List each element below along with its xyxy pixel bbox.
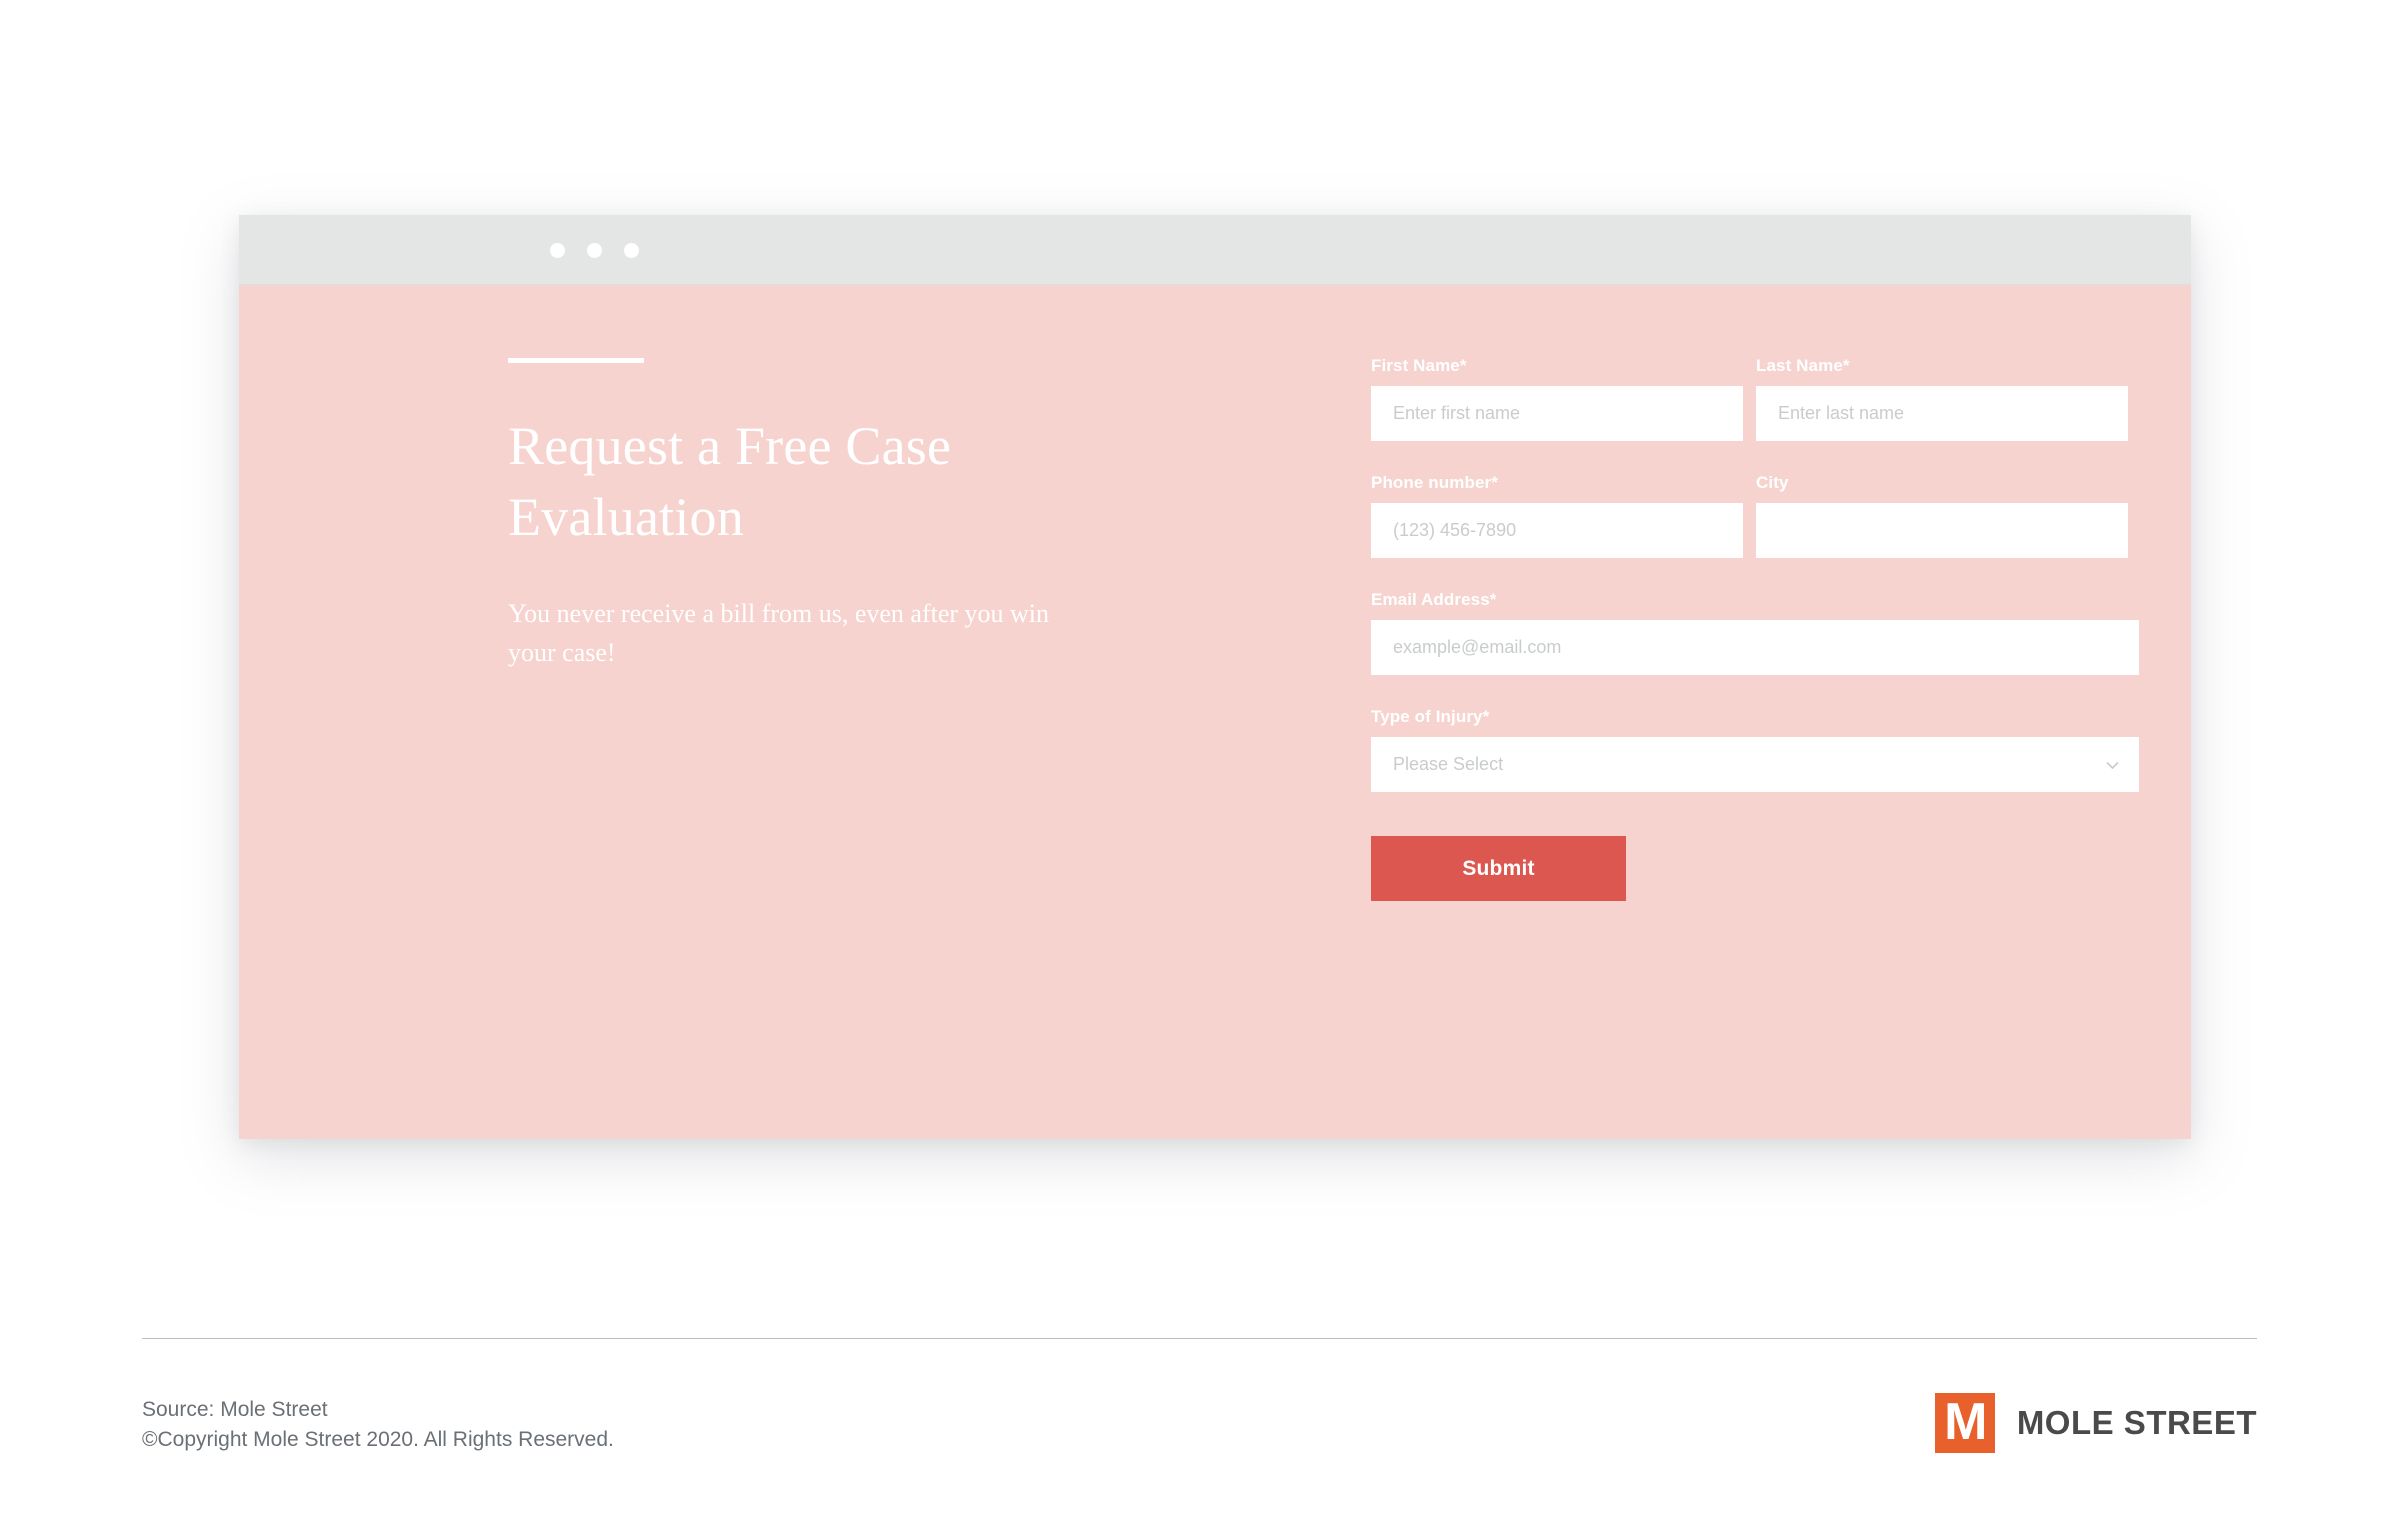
mole-street-logo-mark-icon: M	[1934, 1393, 1995, 1453]
email-address-input[interactable]	[1371, 620, 2139, 675]
footer-divider	[142, 1338, 2257, 1339]
city-input[interactable]	[1756, 503, 2128, 558]
mole-street-logo-text: MOLE STREET	[2016, 1404, 2257, 1441]
logo-mark-letter: M	[1944, 1393, 1987, 1451]
case-evaluation-form: First Name* Last Name* Phone number* Cit…	[1371, 356, 2139, 901]
label-last-name: Last Name*	[1756, 356, 1850, 375]
window-close-dot-icon[interactable]	[550, 243, 565, 258]
footer: Source: Mole Street ©Copyright Mole Stre…	[142, 1393, 2257, 1475]
type-of-injury-selected-value: Please Select	[1393, 754, 1504, 774]
field-phone-number: Phone number*	[1371, 473, 1743, 558]
form-row-name: First Name* Last Name*	[1371, 356, 2139, 473]
field-last-name: Last Name*	[1756, 356, 2128, 441]
field-city: City	[1756, 473, 2128, 558]
hero-section: Request a Free Case Evaluation You never…	[508, 358, 1108, 673]
footer-source-line: Source: Mole Street	[142, 1398, 328, 1421]
field-email-address: Email Address*	[1371, 590, 2139, 675]
type-of-injury-select[interactable]: Please Select	[1371, 737, 2139, 792]
submit-button[interactable]: Submit	[1371, 836, 1626, 901]
last-name-input[interactable]	[1756, 386, 2128, 441]
label-first-name: First Name*	[1371, 356, 1467, 375]
page-title: Request a Free Case Evaluation	[508, 416, 952, 548]
label-city: City	[1756, 473, 1789, 492]
label-email-address: Email Address*	[1371, 590, 1497, 609]
mole-street-logo: M MOLE STREET	[1934, 1393, 2257, 1453]
hero-subtext: You never receive a bill from us, even a…	[508, 598, 1050, 668]
window-maximize-dot-icon[interactable]	[624, 243, 639, 258]
browser-window-mockup: Request a Free Case Evaluation You never…	[239, 215, 2191, 1139]
label-phone-number: Phone number*	[1371, 473, 1498, 492]
form-row-phone-city: Phone number* City	[1371, 473, 2139, 590]
footer-copyright-line: ©Copyright Mole Street 2020. All Rights …	[142, 1427, 614, 1451]
field-first-name: First Name*	[1371, 356, 1743, 441]
accent-bar	[508, 358, 644, 363]
browser-titlebar	[239, 215, 2191, 285]
footer-attribution: Source: Mole Street ©Copyright Mole Stre…	[142, 1395, 614, 1455]
landing-page-body: Request a Free Case Evaluation You never…	[239, 286, 2191, 1139]
chevron-down-icon	[2106, 762, 2119, 769]
window-minimize-dot-icon[interactable]	[587, 243, 602, 258]
label-type-of-injury: Type of Injury*	[1371, 707, 1490, 726]
first-name-input[interactable]	[1371, 386, 1743, 441]
field-type-of-injury: Type of Injury* Please Select	[1371, 707, 2139, 792]
phone-number-input[interactable]	[1371, 503, 1743, 558]
